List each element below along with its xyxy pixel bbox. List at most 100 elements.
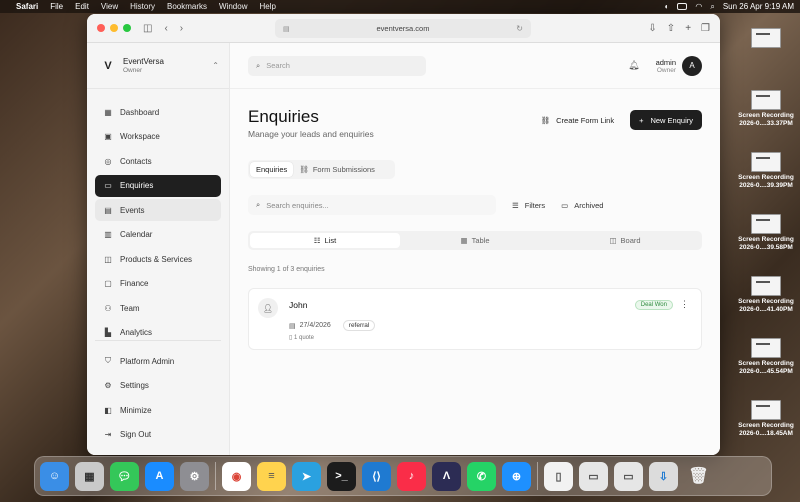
more-options-icon[interactable]: ⋮ [680,299,689,310]
global-search-input[interactable]: ⌕ Search [248,55,426,76]
vscode-icon[interactable]: ⟨⟩ [362,461,391,491]
file-thumbnail-icon [751,152,781,172]
list-icon: ☷ [313,236,321,245]
downloads-folder-icon[interactable]: ⇩ [649,461,678,491]
reload-icon[interactable]: ↻ [516,24,523,33]
top-bar: ⌕ Search 🔔︎ admin Owner A [230,43,720,89]
desktop-file[interactable]: Screen Recording 2026-0....39.39PM [733,152,799,190]
battery-icon[interactable] [677,3,688,10]
sidebar-item-calendar[interactable]: ▥ Calendar [95,224,221,246]
download-icon[interactable]: ⇩ [648,23,656,34]
enquiry-card[interactable]: 👤︎ John ▤ 27/4/2026 referral ▯ 1 quote D… [248,288,702,350]
archive-icon: ▭ [561,200,569,210]
tab-overview-icon[interactable]: ❐ [701,23,710,34]
chrome-icon[interactable]: ◉ [222,461,251,491]
terminal-icon[interactable]: >_ [327,461,356,491]
sidebar-item-workspace[interactable]: ▣ Workspace [95,126,221,148]
sidebar-item-platform-admin[interactable]: ⛉ Platform Admin [95,350,221,372]
sidebar-item-products-services[interactable]: ◫ Products & Services [95,248,221,270]
archived-button[interactable]: ▭ Archived [561,201,603,210]
bell-icon[interactable]: 🔔︎ [628,60,639,71]
back-icon[interactable]: ‹ [164,23,167,34]
menu-file[interactable]: File [50,2,63,11]
avatar[interactable]: A [682,55,702,76]
sidebar-item-dashboard[interactable]: ▦ Dashboard [95,101,221,123]
file-thumbnail-icon [751,28,781,48]
forward-icon[interactable]: › [180,23,183,34]
spotlight-icon[interactable]: ⌕ [710,2,714,12]
app-store-icon[interactable]: A [145,461,174,491]
menu-clock[interactable]: Sun 26 Apr 9:19 AM [723,2,794,11]
trash-icon[interactable]: 🗑︎ [684,462,713,491]
notes-icon[interactable]: ≡ [257,461,286,491]
desktop-file[interactable]: Screen Recording 2026-0....18.45AM [733,400,799,438]
site-settings-icon[interactable]: ▤ [283,25,290,33]
document-icon[interactable]: ▯ [544,461,573,491]
menu-edit[interactable]: Edit [75,2,89,11]
desktop-file[interactable] [733,28,799,50]
browser-toolbar: ◫ ‹ › ▤ eventversa.com ↻ ⇩ ⇧ + ❐ [87,14,720,43]
sidebar-item-enquiries[interactable]: ▭ Enquiries [95,174,221,197]
sign-out-icon: ⇥ [104,430,112,439]
whatsapp-icon[interactable]: ✆ [467,461,496,491]
safari-icon[interactable]: ⊕ [502,461,531,491]
tab-form-submissions[interactable]: ⛓ Form Submissions [293,162,381,177]
menu-bookmarks[interactable]: Bookmarks [167,2,207,11]
control-center-icon[interactable]: ◐ [665,2,670,11]
zoom-window-button[interactable] [123,24,131,32]
menu-history[interactable]: History [130,2,155,11]
user-menu[interactable]: admin Owner [656,58,676,74]
minimize-window-button[interactable] [110,24,118,32]
sidebar-item-minimize[interactable]: ◧ Minimize [95,399,221,421]
close-window-button[interactable] [97,24,105,32]
menu-safari[interactable]: Safari [16,2,38,11]
link-icon: ⛓ [299,165,309,174]
board-icon: ◫ [609,236,617,245]
sidebar-item-contacts[interactable]: ◎ Contacts [95,150,221,172]
finder-icon[interactable]: ☺ [40,461,69,491]
menu-window[interactable]: Window [219,2,247,11]
create-form-link-button[interactable]: ⛓ Create Form Link [533,110,622,130]
menu-help[interactable]: Help [259,2,275,11]
sidebar-item-sign-out[interactable]: ⇥ Sign Out [95,424,221,446]
status-badge: Deal Won [634,300,673,310]
view-table[interactable]: ▦ Table [400,233,550,248]
sidebar-item-team[interactable]: ⚇ Team [95,297,221,319]
telegram-icon[interactable]: ➤ [292,461,321,491]
brand-name: EventVersa [123,57,164,66]
share-icon[interactable]: ⇧ [667,23,675,34]
arc-icon[interactable]: Λ [432,461,461,491]
finance-icon: ▢ [104,279,112,288]
tab-enquiries[interactable]: Enquiries [250,162,294,177]
desktop-file[interactable]: Screen Recording 2026-0....41.40PM [733,276,799,314]
workspace-switcher[interactable]: V EventVersa Owner ⌃ [87,43,229,89]
filter-icon: ☰ [512,200,519,210]
address-bar[interactable]: ▤ eventversa.com ↻ [275,19,531,38]
file-thumbnail-icon [751,276,781,296]
music-icon[interactable]: ♪ [397,461,426,491]
events-icon: ▤ [104,205,112,215]
recent-file-icon[interactable]: ▭ [614,461,643,491]
sidebar-toggle-icon[interactable]: ◫ [143,23,152,34]
menu-view[interactable]: View [101,2,118,11]
search-icon: ⌕ [256,200,261,209]
desktop-file[interactable]: Screen Recording 2026-0....39.58PM [733,214,799,252]
recent-file-icon[interactable]: ▭ [579,461,608,491]
launchpad-icon[interactable]: ▦ [75,461,104,491]
sidebar-item-settings[interactable]: ⚙ Settings [95,375,221,397]
chevron-up-down-icon: ⌃ [212,61,219,70]
system-settings-icon[interactable]: ⚙ [180,461,209,491]
plus-icon: + [639,115,644,125]
new-tab-icon[interactable]: + [685,23,691,34]
view-list[interactable]: ☷ List [250,233,400,248]
desktop-file[interactable]: Screen Recording 2026-0....33.37PM [733,90,799,128]
desktop-file[interactable]: Screen Recording 2026-0....45.54PM [733,338,799,376]
new-enquiry-button[interactable]: + New Enquiry [630,110,702,130]
sidebar-item-events[interactable]: ▤ Events [95,199,221,221]
sidebar-item-finance[interactable]: ▢ Finance [95,273,221,295]
enquiry-search-input[interactable]: ⌕ Search enquiries... [248,195,496,215]
wifi-icon[interactable]: ◠ [695,2,702,11]
messages-icon[interactable]: 💬︎ [110,461,139,491]
filters-button[interactable]: ☰ Filters [512,201,545,210]
view-board[interactable]: ◫ Board [550,233,700,248]
